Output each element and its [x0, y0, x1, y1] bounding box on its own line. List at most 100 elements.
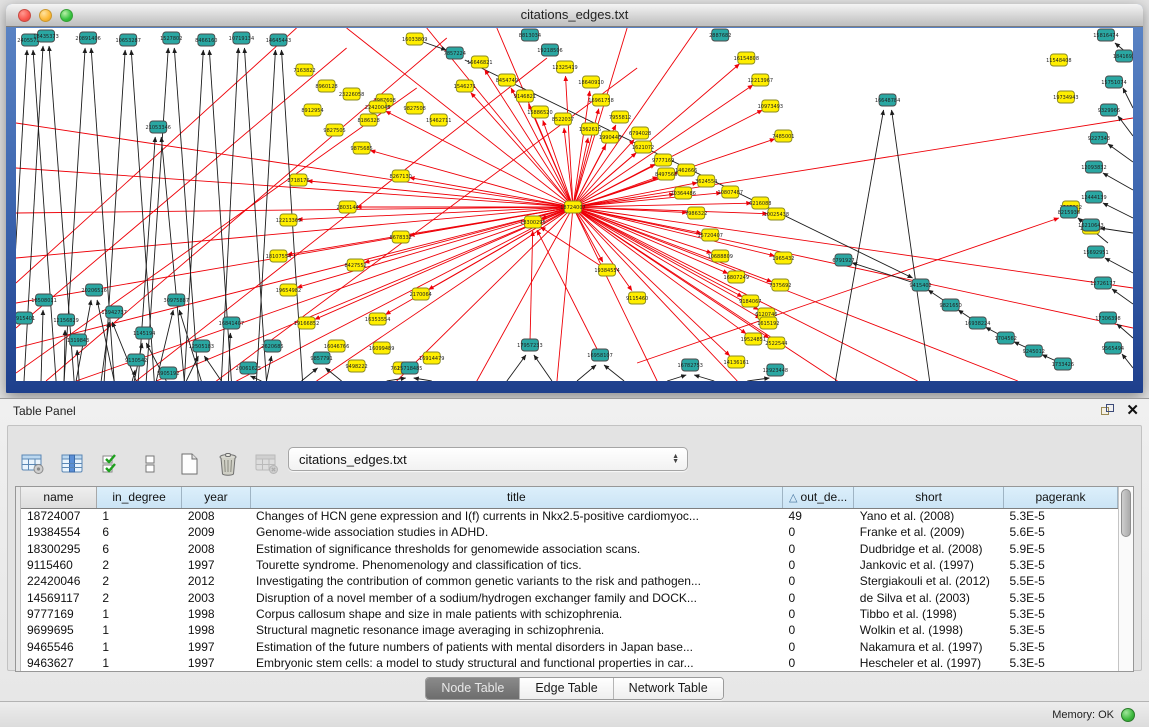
graph-node[interactable]: 2522544 — [765, 337, 787, 349]
graph-node[interactable]: 12156829 — [53, 314, 78, 326]
table-cell[interactable]: 1997 — [182, 638, 250, 654]
graph-node[interactable]: 9329966 — [1098, 104, 1120, 116]
graph-node[interactable]: 7955812 — [609, 111, 631, 123]
citation-edge-red[interactable] — [16, 207, 573, 213]
citation-edge-black[interactable] — [694, 375, 714, 381]
graph-node[interactable]: 2887682 — [709, 29, 731, 41]
graph-node[interactable]: 5905192 — [157, 367, 179, 379]
table-cell[interactable]: Genome-wide association studies in ADHD. — [250, 524, 782, 540]
graph-node[interactable]: 9565494 — [1102, 342, 1124, 354]
table-cell[interactable]: 5.9E-5 — [1003, 541, 1117, 557]
graph-node[interactable]: 12093832 — [1081, 161, 1106, 173]
table-cell[interactable]: 5.3E-5 — [1003, 508, 1117, 524]
float-panel-icon[interactable] — [1101, 404, 1114, 417]
column-header-in_degree[interactable]: in_degree — [96, 487, 182, 508]
citation-edge-black[interactable] — [184, 50, 203, 381]
graph-node[interactable]: 16154808 — [734, 52, 759, 64]
table-cell[interactable]: Dudbridge et al. (2008) — [854, 541, 1004, 557]
graph-node[interactable]: 8427552 — [344, 259, 366, 271]
table-cell[interactable]: 2008 — [182, 541, 250, 557]
graph-node[interactable]: 2718176 — [287, 174, 309, 186]
table-row[interactable]: 2242004622012Investigating the contribut… — [21, 573, 1118, 589]
graph-node[interactable]: 10688809 — [708, 250, 733, 262]
table-cell[interactable]: 0 — [783, 622, 854, 638]
citation-edge-black[interactable] — [852, 263, 921, 285]
table-row[interactable]: 969969511998Structural magnetic resonanc… — [21, 622, 1118, 638]
table-cell[interactable]: 2 — [96, 589, 182, 605]
table-row[interactable]: 911546021997Tourette syndrome. Phenomeno… — [21, 557, 1118, 573]
citation-network-graph[interactable]: 1872400718300295158865208522037136261519… — [16, 28, 1133, 381]
citation-edge-black[interactable] — [1108, 144, 1133, 162]
table-row[interactable]: 1938455462009Genome-wide association stu… — [21, 524, 1118, 540]
graph-node[interactable]: 15462711 — [426, 114, 451, 126]
table-cell[interactable]: de Silva et al. (2003) — [854, 589, 1004, 605]
graph-node[interactable]: 16841407 — [219, 317, 244, 329]
graph-node[interactable]: 8186328 — [357, 114, 379, 126]
table-cell[interactable]: 2003 — [182, 589, 250, 605]
table-select-dropdown[interactable]: citations_edges.txt ▲▼ — [288, 447, 688, 471]
table-cell[interactable]: 0 — [783, 655, 854, 671]
table-cell[interactable]: Structural magnetic resonance image aver… — [250, 622, 782, 638]
graph-node[interactable]: 12325419 — [552, 61, 577, 73]
table-cell[interactable]: 22420046 — [21, 573, 96, 589]
graph-node[interactable]: 19734943 — [1053, 91, 1078, 103]
graph-node[interactable]: 1462666 — [675, 164, 697, 176]
table-vertical-scrollbar[interactable] — [1118, 487, 1133, 671]
graph-node[interactable]: 18107554 — [266, 250, 291, 262]
graph-node[interactable]: 8267130 — [390, 170, 412, 182]
graph-node[interactable]: 11548408 — [1046, 54, 1071, 66]
graph-node[interactable]: 15816474 — [1093, 29, 1118, 41]
graph-node[interactable]: 2170064 — [410, 288, 432, 300]
graph-node[interactable]: 15692951 — [1083, 246, 1108, 258]
citation-edge-black[interactable] — [1122, 354, 1133, 368]
citation-edge-black[interactable] — [91, 48, 114, 381]
table-cell[interactable]: 5.3E-5 — [1003, 589, 1117, 605]
table-cell[interactable]: 14569117 — [21, 589, 96, 605]
graph-node[interactable]: 10719134 — [229, 32, 254, 44]
graph-node[interactable]: 1527802 — [160, 32, 182, 44]
graph-node[interactable]: 9827508 — [404, 102, 426, 114]
table-cell[interactable]: 18300295 — [21, 541, 96, 557]
graph-node[interactable]: 16099489 — [369, 342, 394, 354]
table-cell[interactable]: 2009 — [182, 524, 250, 540]
graph-node[interactable]: 2620685 — [261, 340, 283, 352]
column-header-title[interactable]: title — [250, 487, 782, 508]
citation-edge-red[interactable] — [537, 230, 600, 355]
table-cell[interactable]: 5.5E-5 — [1003, 573, 1117, 589]
citation-edge-black[interactable] — [892, 110, 930, 381]
graph-node[interactable]: 15720407 — [698, 229, 723, 241]
citation-edge-black[interactable] — [747, 378, 769, 381]
citation-edge-black[interactable] — [1123, 88, 1133, 108]
citation-edge-black[interactable] — [1100, 228, 1133, 233]
table-row[interactable]: 977716911998Corpus callosum shape and si… — [21, 606, 1118, 622]
graph-node[interactable]: 13942737 — [101, 306, 126, 318]
table-cell[interactable]: 2008 — [182, 508, 250, 524]
tab-node-table[interactable]: Node Table — [426, 678, 520, 699]
table-cell[interactable]: 0 — [783, 589, 854, 605]
graph-node[interactable]: 16782753 — [677, 359, 702, 371]
citation-edge-black[interactable] — [33, 50, 56, 381]
citation-edge-black[interactable] — [577, 365, 596, 381]
graph-node[interactable]: 10653287 — [115, 34, 140, 46]
citation-edge-red[interactable] — [573, 207, 761, 318]
citation-edge-black[interactable] — [414, 378, 432, 381]
citation-edge-black[interactable] — [302, 368, 318, 381]
table-cell[interactable]: Yano et al. (2008) — [854, 508, 1004, 524]
graph-node[interactable]: 1546271 — [454, 80, 476, 92]
citation-edge-black[interactable] — [266, 356, 271, 381]
graph-node[interactable]: 19524851 — [741, 333, 766, 345]
graph-node[interactable]: 9827505 — [323, 124, 345, 136]
table-cell[interactable]: 1 — [96, 606, 182, 622]
table-cell[interactable]: 1998 — [182, 622, 250, 638]
graph-node[interactable]: 16646821 — [467, 56, 492, 68]
graph-node[interactable]: 23226058 — [339, 88, 364, 100]
citation-edge-black[interactable] — [534, 355, 552, 381]
citation-edge-red[interactable] — [136, 58, 547, 381]
table-cell[interactable]: 2012 — [182, 573, 250, 589]
citation-edge-red[interactable] — [573, 207, 918, 381]
graph-node[interactable]: 16958107 — [587, 349, 612, 361]
citation-edge-black[interactable] — [174, 48, 198, 381]
graph-node[interactable]: 7375692 — [769, 279, 791, 291]
table-cell[interactable]: 1 — [96, 622, 182, 638]
citation-edge-black[interactable] — [835, 110, 883, 381]
